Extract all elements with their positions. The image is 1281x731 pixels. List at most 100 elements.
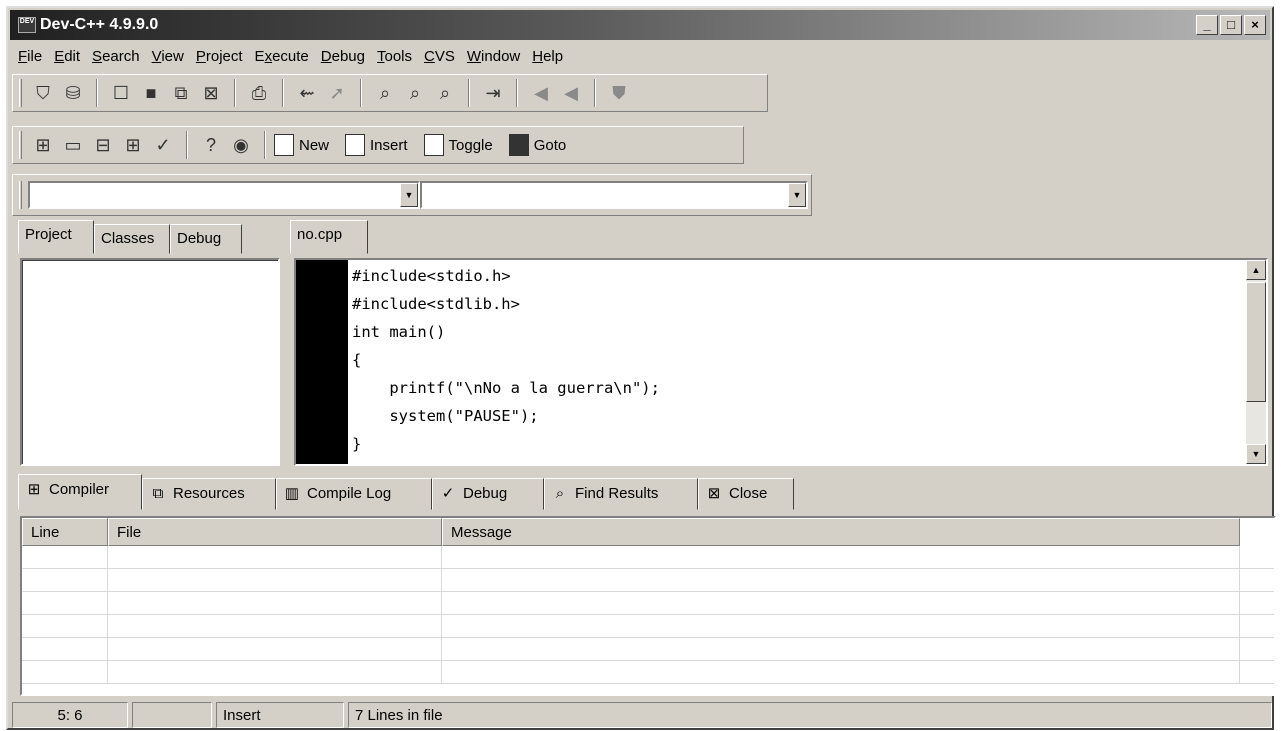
- column-header-line[interactable]: Line: [22, 518, 108, 546]
- open-project-icon[interactable]: ⛉: [30, 80, 56, 106]
- tab-debug-output[interactable]: ✓ Debug: [432, 478, 544, 510]
- tab-no-cpp[interactable]: no.cpp: [290, 220, 368, 254]
- code-line[interactable]: #include<stdio.h>: [352, 262, 660, 290]
- close-file-icon[interactable]: ⊠: [198, 80, 224, 106]
- code-line[interactable]: system("PAUSE");: [352, 402, 660, 430]
- menu-search[interactable]: Search: [86, 46, 146, 70]
- compile-log-icon: ▥: [284, 485, 300, 502]
- new-page-icon: [274, 134, 294, 156]
- toolbar-grip[interactable]: [19, 131, 22, 159]
- save-icon[interactable]: ■: [138, 80, 164, 106]
- minimize-button[interactable]: _: [1196, 15, 1218, 35]
- close-window-button[interactable]: ×: [1244, 15, 1266, 35]
- help-icon[interactable]: ?: [198, 132, 224, 158]
- chevron-down-icon[interactable]: ▼: [400, 183, 418, 207]
- debug-check-icon: ✓: [441, 485, 455, 502]
- status-modified: [132, 702, 212, 728]
- table-row[interactable]: [22, 592, 1274, 615]
- goto-button[interactable]: Goto: [508, 134, 566, 156]
- table-row[interactable]: [22, 638, 1274, 661]
- code-line[interactable]: printf("\nNo a la guerra\n");: [352, 374, 660, 402]
- tab-resources[interactable]: ⧉ Resources: [142, 478, 276, 510]
- replace-icon[interactable]: ⌕: [402, 80, 428, 106]
- compile-icon[interactable]: ⊞: [30, 132, 56, 158]
- run-icon[interactable]: ▭: [60, 132, 86, 158]
- menu-debug[interactable]: Debug: [315, 46, 371, 70]
- table-header: Line File Message: [22, 518, 1274, 546]
- class-combo[interactable]: ▼: [28, 181, 420, 209]
- menu-project[interactable]: Project: [190, 46, 249, 70]
- chevron-down-icon[interactable]: ▼: [788, 183, 806, 207]
- about-icon[interactable]: ◉: [228, 132, 254, 158]
- menu-tools[interactable]: Tools: [371, 46, 418, 70]
- toggle-icon: [423, 134, 444, 156]
- toolbar-separator: [594, 79, 596, 107]
- menu-cvs[interactable]: CVS: [418, 46, 461, 70]
- find-icon[interactable]: ⌕: [372, 80, 398, 106]
- table-row[interactable]: [22, 615, 1274, 638]
- code-line[interactable]: {: [352, 346, 660, 374]
- ide-window: DEV Dev-C++ 4.9.9.0 _ □ × File Edit Sear…: [6, 6, 1276, 730]
- debug-check-icon[interactable]: ✓: [150, 132, 176, 158]
- toolbar-separator: [234, 79, 236, 107]
- down-arrow-icon[interactable]: ▼: [1246, 444, 1266, 464]
- toolbar-separator: [282, 79, 284, 107]
- table-row[interactable]: [22, 661, 1274, 684]
- code-line[interactable]: }: [352, 430, 660, 458]
- up-arrow-icon[interactable]: ▲: [1246, 260, 1266, 280]
- tab-classes[interactable]: Classes: [94, 224, 170, 254]
- compiler-results-table[interactable]: Line File Message: [20, 516, 1276, 696]
- column-header-message[interactable]: Message: [442, 518, 1240, 546]
- new-file-icon[interactable]: ☐: [108, 80, 134, 106]
- toolbar-grip[interactable]: [19, 181, 22, 209]
- insert-button[interactable]: Insert: [345, 134, 408, 156]
- project-panel[interactable]: [20, 258, 280, 466]
- menu-help[interactable]: Help: [526, 46, 569, 70]
- line-gutter: [296, 260, 348, 464]
- member-combo[interactable]: ▼: [420, 181, 808, 209]
- window-title: Dev-C++ 4.9.9.0: [40, 16, 159, 33]
- menu-execute[interactable]: Execute: [249, 46, 315, 70]
- undo-icon[interactable]: ⇜: [294, 80, 320, 106]
- tab-compiler[interactable]: ⊞ Compiler: [18, 474, 142, 510]
- print-icon[interactable]: ⎙: [246, 80, 272, 106]
- menu-edit[interactable]: Edit: [48, 46, 86, 70]
- menu-file[interactable]: File: [12, 46, 48, 70]
- menu-window[interactable]: Window: [461, 46, 526, 70]
- tab-project[interactable]: Project: [18, 220, 94, 254]
- tab-debug[interactable]: Debug: [170, 224, 242, 254]
- title-bar[interactable]: DEV Dev-C++ 4.9.9.0 _ □ ×: [10, 10, 1270, 40]
- app-icon: DEV: [18, 17, 36, 33]
- menu-bar: File Edit Search View Project Execute De…: [12, 46, 569, 70]
- column-header-file[interactable]: File: [108, 518, 442, 546]
- tab-find-results[interactable]: ⌕ Find Results: [544, 478, 698, 510]
- tab-close[interactable]: ⊠ Close: [698, 478, 794, 510]
- remove-from-project-icon[interactable]: ◀: [558, 80, 584, 106]
- status-line-count: 7 Lines in file: [348, 702, 1272, 728]
- redo-icon[interactable]: ➚: [324, 80, 350, 106]
- tab-compile-log[interactable]: ▥ Compile Log: [276, 478, 432, 510]
- code-line[interactable]: #include<stdlib.h>: [352, 290, 660, 318]
- compile-run-icon[interactable]: ⊟: [90, 132, 116, 158]
- code-area[interactable]: #include<stdio.h> #include<stdlib.h> int…: [352, 262, 660, 458]
- table-row[interactable]: [22, 546, 1274, 569]
- find-next-icon[interactable]: ⌕: [432, 80, 458, 106]
- save-all-icon[interactable]: ⧉: [168, 80, 194, 106]
- code-line[interactable]: int main(): [352, 318, 660, 346]
- table-row[interactable]: [22, 569, 1274, 592]
- rebuild-all-icon[interactable]: ⊞: [120, 132, 146, 158]
- maximize-button[interactable]: □: [1220, 15, 1242, 35]
- menu-view[interactable]: View: [146, 46, 190, 70]
- vertical-scrollbar[interactable]: ▲ ▼: [1246, 260, 1266, 464]
- open-file-icon[interactable]: ⛁: [60, 80, 86, 106]
- code-editor[interactable]: #include<stdio.h> #include<stdlib.h> int…: [294, 258, 1268, 466]
- toggle-button[interactable]: Toggle: [423, 134, 493, 156]
- toolbar-separator: [96, 79, 98, 107]
- new-bookmark-button[interactable]: New: [274, 134, 329, 156]
- add-to-project-icon[interactable]: ◀: [528, 80, 554, 106]
- toolbar-grip[interactable]: [19, 79, 22, 107]
- goto-line-icon[interactable]: ⇥: [480, 80, 506, 106]
- goto-icon: [508, 134, 529, 156]
- scroll-thumb[interactable]: [1246, 282, 1266, 402]
- project-options-icon[interactable]: ⛊: [606, 80, 632, 106]
